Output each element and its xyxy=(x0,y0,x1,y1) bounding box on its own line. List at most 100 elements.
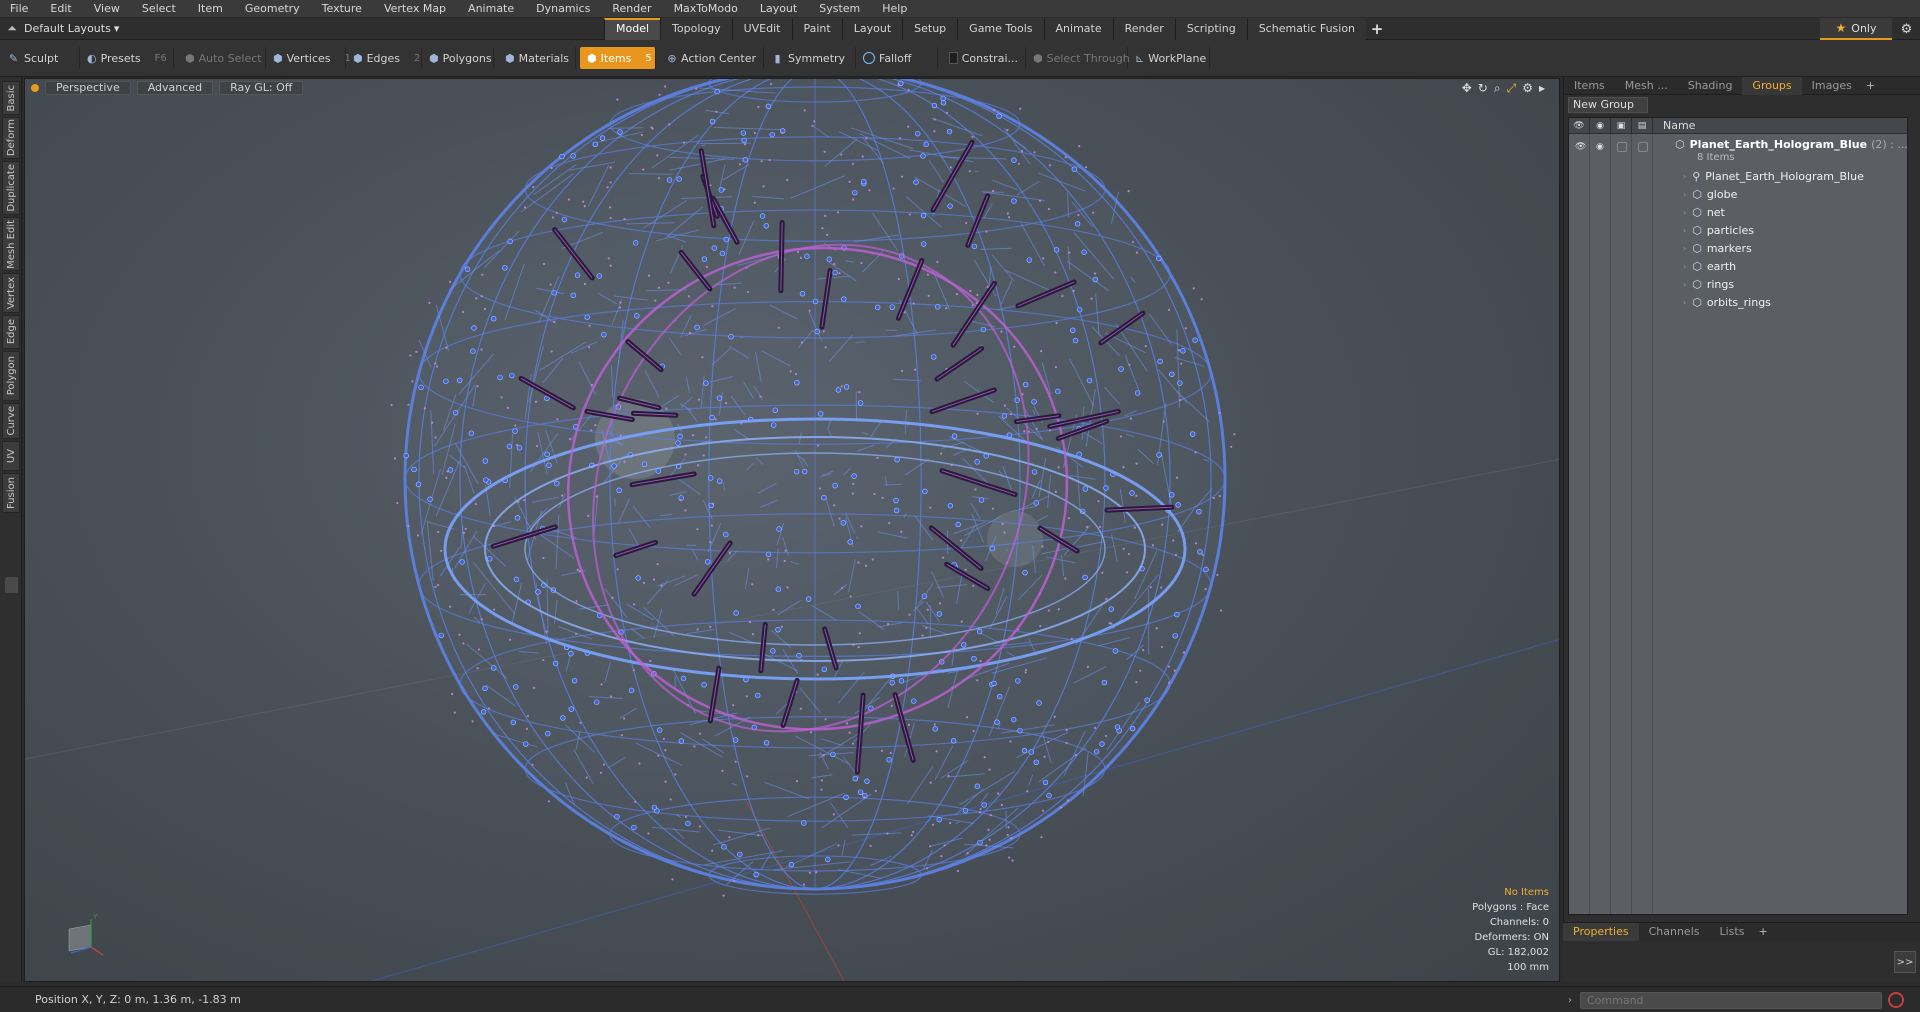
menu-item[interactable]: Item xyxy=(187,2,234,15)
eye-icon[interactable]: 👁 xyxy=(1575,142,1586,152)
workplane-button[interactable]: ⊾ WorkPlane xyxy=(1128,47,1210,69)
layout-preset-dropdown[interactable]: Default Layouts ▾ xyxy=(24,22,124,35)
tab-channels[interactable]: Channels xyxy=(1639,923,1710,941)
vtab-duplicate[interactable]: Duplicate xyxy=(2,161,20,215)
select-column-icon[interactable]: ▤ xyxy=(1632,117,1653,134)
menu-animate[interactable]: Animate xyxy=(457,2,525,15)
add-properties-tab-button[interactable]: + xyxy=(1754,923,1771,941)
pan-icon[interactable]: ✥ xyxy=(1462,81,1472,96)
falloff-button[interactable]: Falloff xyxy=(856,47,938,69)
toolbox-toggle-button[interactable] xyxy=(5,577,18,593)
vtab-vertex[interactable]: Vertex xyxy=(2,273,20,313)
lock-checkbox[interactable] xyxy=(1617,142,1627,152)
tree-expand-icon[interactable]: › xyxy=(1683,280,1686,289)
vtab-basic[interactable]: Basic xyxy=(2,81,20,115)
tree-item[interactable]: › ⬡ earth xyxy=(1683,257,1736,275)
menu-system[interactable]: System xyxy=(808,2,871,15)
tab-model[interactable]: Model xyxy=(604,18,661,40)
tree-expand-icon[interactable]: › xyxy=(1683,190,1686,199)
tree-expand-icon[interactable]: › xyxy=(1683,226,1686,235)
tree-item[interactable]: › ⬡ orbits_rings xyxy=(1683,293,1771,311)
menu-geometry[interactable]: Geometry xyxy=(234,2,311,15)
edges-button[interactable]: ⬢ Edges 2 xyxy=(346,47,422,69)
expand-panel-button[interactable]: >> xyxy=(1894,951,1916,973)
shading-mode-button[interactable]: Advanced xyxy=(136,81,214,95)
tree-item[interactable]: › ⬡ net xyxy=(1683,203,1725,221)
vertices-button[interactable]: ⬢ Vertices 1 xyxy=(266,47,351,69)
viewport-settings-icon[interactable]: ⚙ xyxy=(1522,81,1533,96)
vtab-mesh-edit[interactable]: Mesh Edit xyxy=(2,217,20,271)
vtab-uv[interactable]: UV xyxy=(2,441,20,471)
select-through-button[interactable]: ⬢ Select Through xyxy=(1026,47,1130,69)
menu-texture[interactable]: Texture xyxy=(311,2,373,15)
tree-item[interactable]: › ⚲ Planet_Earth_Hologram_Blue xyxy=(1683,167,1864,185)
command-input[interactable] xyxy=(1580,991,1882,1009)
add-tab-button[interactable]: + xyxy=(1366,18,1388,40)
tab-render[interactable]: Render xyxy=(1112,18,1175,40)
menu-layout[interactable]: Layout xyxy=(749,2,808,15)
tab-animate[interactable]: Animate xyxy=(1043,18,1113,40)
tab-images[interactable]: Images xyxy=(1802,77,1862,95)
3d-viewport[interactable]: Perspective Advanced Ray GL: Off ✥ ↻ ⌕ ⤢… xyxy=(24,78,1560,982)
stop-icon[interactable] xyxy=(1888,992,1904,1008)
menu-edit[interactable]: Edit xyxy=(39,2,82,15)
new-group-button[interactable]: New Group xyxy=(1568,97,1648,113)
vtab-curve[interactable]: Curve xyxy=(2,403,20,439)
menu-maxtomodo[interactable]: MaxToModo xyxy=(663,2,749,15)
tree-expand-icon[interactable]: › xyxy=(1683,172,1686,181)
vtab-deform[interactable]: Deform xyxy=(2,117,20,159)
tab-game-tools[interactable]: Game Tools xyxy=(957,18,1044,40)
sculpt-button[interactable]: ✎ Sculpt xyxy=(0,47,80,69)
vtab-polygon[interactable]: Polygon xyxy=(2,351,20,401)
group-root-row[interactable]: ⬡ Planet_Earth_Hologram_Blue (2) : ... xyxy=(1675,135,1908,153)
add-panel-tab-button[interactable]: + xyxy=(1862,77,1879,95)
tree-expand-icon[interactable]: › xyxy=(1683,208,1686,217)
tab-scripting[interactable]: Scripting xyxy=(1174,18,1247,40)
action-center-button[interactable]: ⊕ Action Center xyxy=(660,47,764,69)
menu-render[interactable]: Render xyxy=(601,2,662,15)
tree-expand-icon[interactable]: › xyxy=(1683,298,1686,307)
layout-collapse-icon[interactable]: ⏶ xyxy=(0,18,24,40)
tab-properties[interactable]: Properties xyxy=(1563,923,1639,941)
visibility-column-eye-icon[interactable]: 👁 xyxy=(1569,117,1590,134)
rotate-icon[interactable]: ↻ xyxy=(1478,81,1488,96)
constraints-button[interactable]: Constrai... xyxy=(942,47,1026,69)
tree-item[interactable]: › ⬡ particles xyxy=(1683,221,1754,239)
tab-schematic-fusion[interactable]: Schematic Fusion xyxy=(1246,18,1367,40)
tab-topology[interactable]: Topology xyxy=(660,18,732,40)
view-mode-button[interactable]: Perspective xyxy=(45,81,131,95)
tab-paint[interactable]: Paint xyxy=(791,18,842,40)
menu-file[interactable]: File xyxy=(0,2,39,15)
fit-icon[interactable]: ⤢ xyxy=(1507,81,1517,96)
polygons-button[interactable]: ⬢ Polygons xyxy=(422,47,494,69)
presets-button[interactable]: ◐ Presets F6 xyxy=(80,47,174,69)
tree-expand-icon[interactable]: › xyxy=(1683,244,1686,253)
vtab-edge[interactable]: Edge xyxy=(2,315,20,349)
raygl-button[interactable]: Ray GL: Off xyxy=(219,81,304,95)
tab-shading[interactable]: Shading xyxy=(1678,77,1743,95)
render-column-icon[interactable]: ◉ xyxy=(1590,117,1611,134)
zoom-icon[interactable]: ⌕ xyxy=(1494,81,1501,96)
vtab-fusion[interactable]: Fusion xyxy=(2,473,20,513)
tree-item[interactable]: › ⬡ markers xyxy=(1683,239,1752,257)
only-button[interactable]: ★ Only xyxy=(1820,18,1892,40)
auto-select-button[interactable]: ⬢ Auto Select xyxy=(178,47,266,69)
render-icon[interactable]: ◉ xyxy=(1596,142,1606,152)
lock-column-icon[interactable]: ▣ xyxy=(1611,117,1632,134)
menu-view[interactable]: View xyxy=(83,2,131,15)
materials-button[interactable]: ⬢ Materials xyxy=(498,47,576,69)
tab-setup[interactable]: Setup xyxy=(902,18,958,40)
tree-item[interactable]: › ⬡ rings xyxy=(1683,275,1734,293)
tree-item[interactable]: › ⬡ globe xyxy=(1683,185,1737,203)
tab-layout[interactable]: Layout xyxy=(841,18,903,40)
items-button[interactable]: ⬢ Items 5 xyxy=(580,47,656,69)
viewport-menu-dot[interactable] xyxy=(31,84,39,92)
gear-icon[interactable]: ⚙ xyxy=(1893,18,1920,40)
tab-items-list[interactable]: Items xyxy=(1564,77,1615,95)
command-history-icon[interactable]: › xyxy=(1568,995,1580,1006)
tree-expand-icon[interactable]: › xyxy=(1683,262,1686,271)
menu-vertex-map[interactable]: Vertex Map xyxy=(373,2,457,15)
tab-lists[interactable]: Lists xyxy=(1710,923,1755,941)
symmetry-button[interactable]: ▮ Symmetry xyxy=(764,47,856,69)
menu-select[interactable]: Select xyxy=(131,2,187,15)
